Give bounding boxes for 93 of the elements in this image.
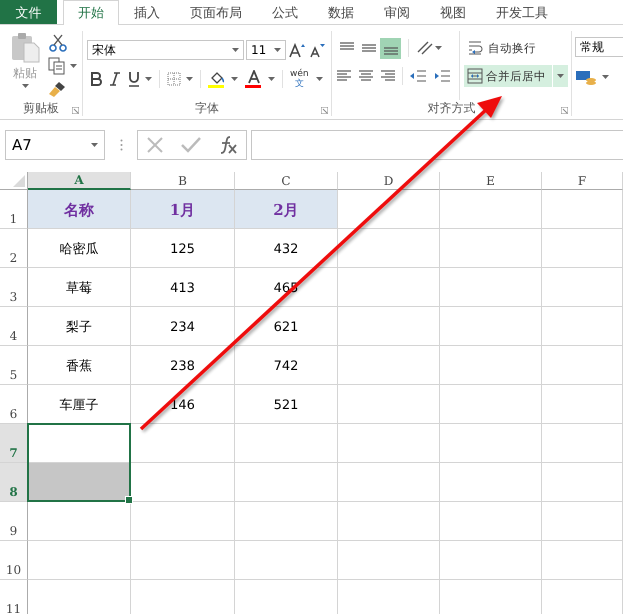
table-cell: 521 [235,385,338,424]
align-center-icon[interactable] [358,69,374,83]
increase-indent-icon[interactable] [433,69,451,83]
table-cell: 621 [235,307,338,346]
caret-icon[interactable] [602,75,609,79]
check-icon[interactable] [180,136,201,154]
table-cell: 234 [131,307,235,346]
fill-handle[interactable] [125,496,133,504]
dialog-launcher-icon[interactable] [561,107,568,114]
caret-icon[interactable] [557,74,564,78]
dropdown-caret-icon[interactable] [274,48,281,52]
copy-caret-icon[interactable] [70,64,77,68]
caret-icon[interactable] [316,77,323,81]
format-painter-icon[interactable] [48,80,68,98]
table-cell: 432 [235,229,338,268]
dropdown-caret-icon[interactable] [232,48,239,52]
borders-icon[interactable] [167,72,181,86]
underline-icon[interactable] [128,71,140,87]
phonetic-button[interactable]: wén 文 [290,69,309,89]
caret-icon[interactable] [145,77,152,81]
font-color-icon[interactable] [245,70,263,88]
table-cell: 梨子 [28,307,131,346]
fill-color-icon[interactable] [208,70,226,88]
align-right-icon[interactable] [380,69,396,83]
table-cell: 413 [131,268,235,307]
caret-icon[interactable] [435,46,442,50]
group-label: 对齐方式 [428,100,476,116]
wrap-text-button[interactable]: 自动换行 [464,37,568,59]
row-header[interactable]: 7 [0,424,28,463]
column-header[interactable]: A [28,172,131,190]
number-format-field[interactable]: 常规 [575,37,623,57]
paste-caret-icon[interactable] [22,84,28,88]
wrap-text-icon [467,40,485,56]
table-cell: 238 [131,346,235,385]
table-cell: 2月 [235,190,338,229]
bold-icon[interactable] [90,72,102,86]
merge-cells-icon [467,68,483,84]
row-header[interactable]: 11 [0,580,28,614]
merge-center-button[interactable]: 合并后居中 [464,65,568,87]
ribbon-tab[interactable]: 页面布局 [175,0,257,24]
caret-icon[interactable] [231,77,238,81]
row-header[interactable]: 10 [0,541,28,580]
table-cell: 742 [235,346,338,385]
row-header[interactable]: 4 [0,307,28,346]
font-size-field[interactable]: 11 [246,40,286,60]
table-cell: 哈密瓜 [28,229,131,268]
grow-font-icon[interactable] [288,42,306,58]
italic-icon[interactable] [109,72,121,86]
group-label: 剪贴板 [23,100,59,116]
ribbon-tab[interactable]: 公式 [257,0,313,24]
caret-icon[interactable] [268,77,275,81]
caret-icon[interactable] [186,77,193,81]
table-cell: 香蕉 [28,346,131,385]
column-header[interactable]: D [338,172,440,190]
grip-icon [120,139,122,151]
group-label: 字体 [195,100,219,116]
align-lines-icon [340,42,354,50]
scissors-icon[interactable] [48,34,68,52]
dialog-launcher-icon[interactable] [72,107,79,114]
copy-icon[interactable] [48,57,66,75]
column-header[interactable]: E [440,172,542,190]
file-tab[interactable]: 文件 [0,0,57,24]
text-orientation-icon[interactable] [416,40,434,56]
font-name-field[interactable]: 宋体 [87,40,244,60]
ribbon-tab[interactable]: 开始 [63,0,119,25]
formula-input[interactable] [251,130,623,160]
row-header[interactable]: 8 [0,463,28,502]
table-cell: 1月 [131,190,235,229]
row-header[interactable]: 2 [0,229,28,268]
align-left-icon[interactable] [336,69,352,83]
dialog-launcher-icon[interactable] [321,107,328,114]
row-header[interactable]: 5 [0,346,28,385]
clipboard-icon [10,31,40,63]
dropdown-caret-icon[interactable] [91,143,98,147]
align-lines-icon [362,44,376,52]
ribbon-tab[interactable]: 插入 [119,0,175,24]
ribbon-tab[interactable]: 审阅 [369,0,425,24]
column-header[interactable]: F [542,172,623,190]
align-lines-icon [384,46,398,54]
table-cell: 名称 [28,190,131,229]
decrease-indent-icon[interactable] [409,69,427,83]
table-cell: 草莓 [28,268,131,307]
ribbon-tab[interactable]: 数据 [313,0,369,24]
name-box[interactable]: A7 [5,130,105,160]
table-cell: 125 [131,229,235,268]
currency-format-icon[interactable] [575,69,597,85]
table-cell: 车厘子 [28,385,131,424]
ribbon-tab[interactable]: 开发工具 [481,0,563,24]
ribbon-tab[interactable]: 视图 [425,0,481,24]
row-header[interactable]: 3 [0,268,28,307]
shrink-font-icon[interactable] [308,42,326,58]
row-header[interactable]: 9 [0,502,28,541]
align-bottom-button[interactable] [380,38,401,58]
